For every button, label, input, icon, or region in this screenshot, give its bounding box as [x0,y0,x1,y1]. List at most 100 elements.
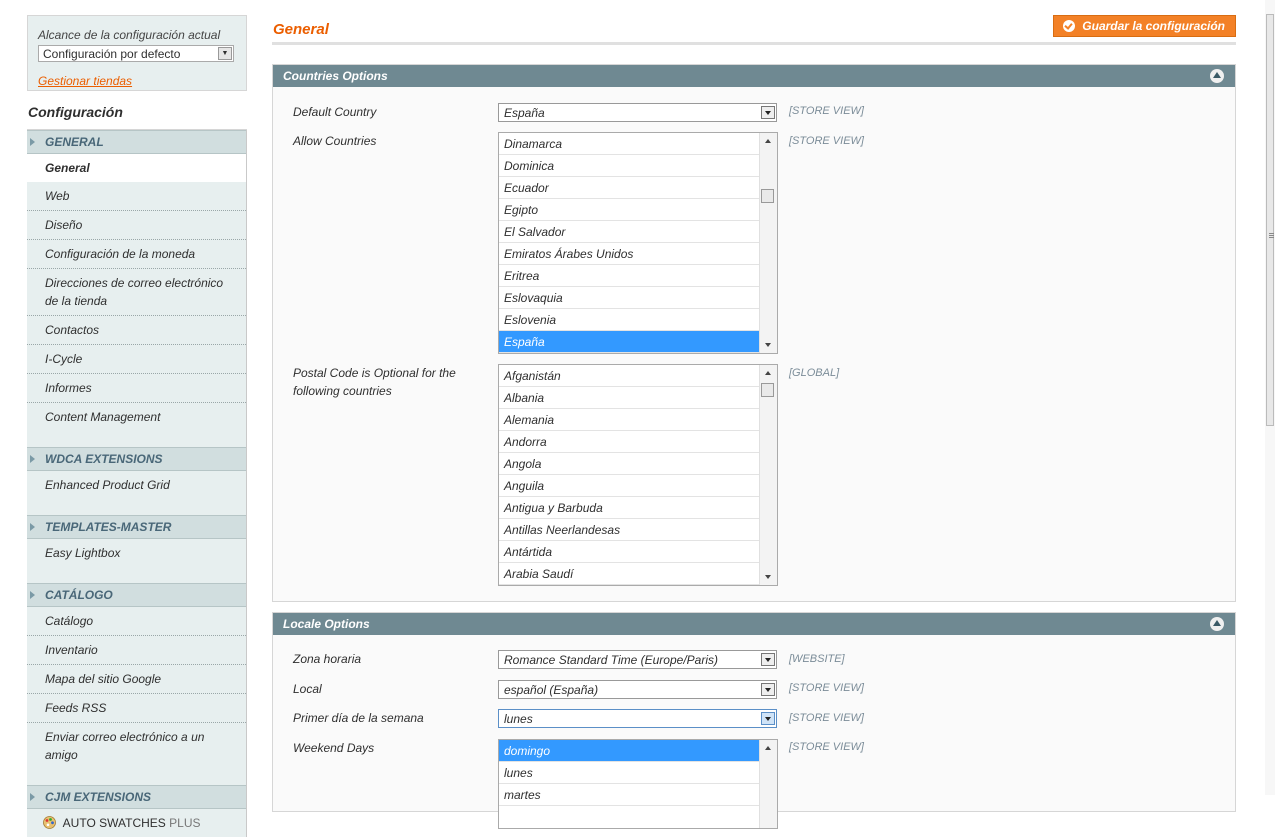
default-country-label: Default Country [293,105,377,119]
group-header-catalog[interactable]: CATÁLOGO [27,583,246,607]
default-country-select[interactable]: España [498,103,777,122]
sidebar-item-contacts[interactable]: Contactos [27,316,246,345]
sidebar-title: Configuración [27,91,247,130]
sidebar-item-google-sitemap[interactable]: Mapa del sitio Google [27,665,246,694]
sidebar-item-catalog[interactable]: Catálogo [27,607,246,636]
chevron-down-icon [761,106,775,119]
first-day-select[interactable]: lunes [498,709,777,728]
collapse-icon[interactable] [1210,617,1224,631]
list-option[interactable]: Angola [499,453,760,475]
sidebar-item-reports[interactable]: Informes [27,374,246,403]
list-option[interactable]: El Salvador [499,221,760,243]
scope-tag: [STORE VIEW] [789,105,864,117]
list-option[interactable]: Antártida [499,541,760,563]
sidebar-item-icycle[interactable]: I-Cycle [27,345,246,374]
group-header-wdca[interactable]: WDCA EXTENSIONS [27,447,246,471]
timezone-select[interactable]: Romance Standard Time (Europe/Paris) [498,650,777,669]
scroll-up-icon[interactable] [765,371,771,375]
sidebar-item-web[interactable]: Web [27,182,246,211]
timezone-value: Romance Standard Time (Europe/Paris) [504,653,718,667]
list-option[interactable]: Eritrea [499,265,760,287]
sidebar-item-general[interactable]: General [27,154,246,182]
scope-tag: [GLOBAL] [789,367,840,379]
save-config-button[interactable]: Guardar la configuración [1053,15,1236,37]
timezone-label: Zona horaria [293,652,362,666]
locale-select[interactable]: español (España) [498,680,777,699]
list-scrollbar[interactable] [759,133,777,353]
sidebar-item-auto-swatches[interactable]: AUTO SWATCHES PLUS [27,809,246,837]
config-sidebar: Alcance de la configuración actual Confi… [27,15,247,837]
collapse-icon[interactable] [1210,69,1224,83]
weekend-days-label: Weekend Days [293,741,375,755]
manage-stores-link[interactable]: Gestionar tiendas [38,74,132,88]
scope-select-value: Configuración por defecto [43,47,181,61]
scope-select[interactable]: Configuración por defecto ▼ [38,45,234,62]
list-scrollbar[interactable] [759,365,777,585]
auto-swatches-label: AUTO SWATCHES [62,816,166,830]
sidebar-item-design[interactable]: Diseño [27,211,246,240]
page-scrollbar[interactable] [1265,0,1275,795]
chevron-down-icon [761,712,775,725]
scroll-down-icon[interactable] [765,343,771,347]
list-option[interactable]: Antillas Neerlandesas [499,519,760,541]
sidebar-item-easy-lightbox[interactable]: Easy Lightbox [27,539,246,567]
group-header-general[interactable]: GENERAL [27,130,246,154]
list-option[interactable]: Ecuador [499,177,760,199]
palette-icon [43,816,56,829]
sidebar-item-rss-feeds[interactable]: Feeds RSS [27,694,246,723]
scope-tag: [STORE VIEW] [789,682,864,694]
countries-options-section: Countries Options Default Country España… [272,64,1236,602]
title-divider [272,42,1236,45]
scroll-up-icon[interactable] [765,139,771,143]
scroll-down-icon[interactable] [765,575,771,579]
weekend-days-multiselect[interactable]: domingo lunes martes [498,739,778,829]
sidebar-item-enhanced-product-grid[interactable]: Enhanced Product Grid [27,471,246,499]
list-option[interactable]: Antigua y Barbuda [499,497,760,519]
scrollbar-thumb[interactable] [761,383,774,397]
list-option[interactable]: Afganistán [499,365,760,387]
list-option[interactable]: Dominica [499,155,760,177]
sidebar-item-content-management[interactable]: Content Management [27,403,246,431]
locale-label: Local [293,682,322,696]
list-option[interactable]: Eslovaquia [499,287,760,309]
list-scrollbar[interactable] [759,740,777,828]
group-general: GENERAL General Web Diseño Configuración… [27,130,247,447]
sidebar-item-email-friend[interactable]: Enviar correo electrónico a un amigo [27,723,246,769]
list-option[interactable]: Eslovenia [499,309,760,331]
scrollbar-thumb[interactable] [761,189,774,203]
list-option[interactable]: Dinamarca [499,133,760,155]
sidebar-item-inventory[interactable]: Inventario [27,636,246,665]
countries-options-header[interactable]: Countries Options [273,65,1235,87]
list-option[interactable]: Arabia Saudí [499,563,760,585]
postal-optional-multiselect[interactable]: Afganistán Albania Alemania Andorra Ango… [498,364,778,586]
scope-tag: [STORE VIEW] [789,135,864,147]
countries-options-title: Countries Options [283,69,388,83]
list-option[interactable]: Albania [499,387,760,409]
allow-countries-label: Allow Countries [293,134,377,148]
list-option[interactable]: Emiratos Árabes Unidos [499,243,760,265]
list-option[interactable]: martes [499,784,760,806]
group-header-cjm[interactable]: CJM EXTENSIONS [27,785,246,809]
sidebar-item-currency[interactable]: Configuración de la moneda [27,240,246,269]
list-option[interactable]: Alemania [499,409,760,431]
scope-switcher: Alcance de la configuración actual Confi… [27,15,247,91]
group-header-templates-master[interactable]: TEMPLATES-MASTER [27,515,246,539]
list-option[interactable]: Egipto [499,199,760,221]
scope-tag: [STORE VIEW] [789,712,864,724]
list-option-selected[interactable]: domingo [499,740,760,762]
scroll-up-icon[interactable] [765,746,771,750]
sidebar-item-store-emails[interactable]: Direcciones de correo electrónico de la … [27,269,246,316]
group-cjm: CJM EXTENSIONS AUTO SWATCHES PLUS [27,785,247,837]
list-option[interactable]: Anguila [499,475,760,497]
first-day-value: lunes [504,712,533,726]
locale-options-section: Locale Options Zona horaria Romance Stan… [272,612,1236,829]
group-catalog: CATÁLOGO Catálogo Inventario Mapa del si… [27,583,247,785]
list-option[interactable]: lunes [499,762,760,784]
allow-countries-multiselect[interactable]: Dinamarca Dominica Ecuador Egipto El Sal… [498,132,778,354]
page-scrollbar-thumb[interactable] [1266,14,1274,426]
save-config-label: Guardar la configuración [1082,19,1225,33]
locale-options-header[interactable]: Locale Options [273,613,1235,635]
list-option[interactable]: Andorra [499,431,760,453]
default-country-value: España [504,106,545,120]
list-option-selected[interactable]: España [499,331,760,353]
